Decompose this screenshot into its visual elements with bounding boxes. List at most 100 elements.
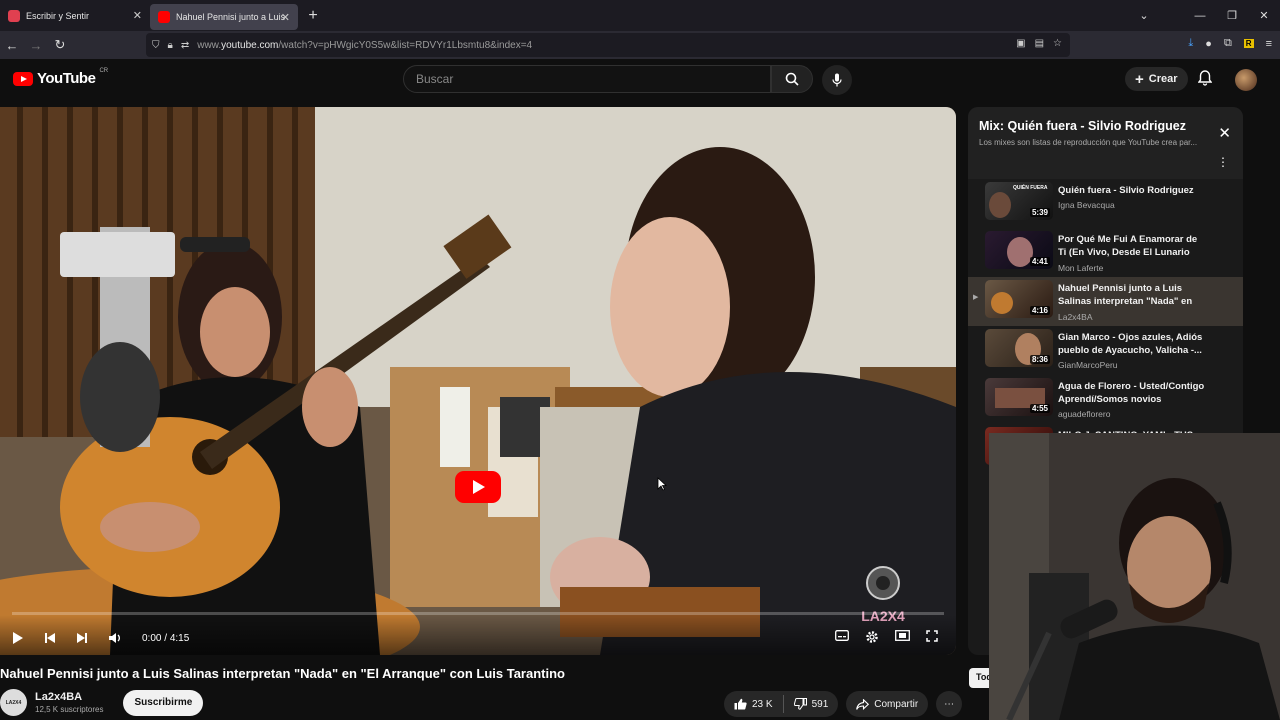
- video-thumbnail: 4:16: [985, 280, 1053, 318]
- playlist-item-title: Por Qué Me Fui A Enamorar de Ti (En Vivo…: [1058, 234, 1198, 258]
- playlist-title[interactable]: Mix: Quién fuera - Silvio Rodriguez: [979, 119, 1186, 133]
- notifications-bell-icon[interactable]: [1197, 70, 1213, 89]
- more-horizontal-icon: ⋯: [944, 698, 955, 710]
- back-arrow-icon[interactable]: ←: [0, 38, 24, 53]
- reload-icon[interactable]: ↻: [48, 37, 72, 53]
- mouse-cursor-icon: [657, 477, 667, 491]
- filter-chip-all[interactable]: Tod: [969, 668, 992, 688]
- thumbnail-guitar: [991, 292, 1013, 314]
- progress-bar[interactable]: [12, 612, 944, 615]
- playlist-item-current[interactable]: ▶ 4:16 Nahuel Pennisi junto a Luis Salin…: [968, 277, 1243, 326]
- thumbnail-text: QUIÉN FUERA: [1013, 185, 1048, 191]
- like-dislike-group: 23 K 591: [724, 691, 839, 717]
- bookmark-star-icon[interactable]: ☆: [1053, 38, 1062, 49]
- video-thumbnail: QUIÉN FUERA 5:39: [985, 182, 1053, 220]
- toolbar-right: ⤓ ● ⧉ R ≡: [1188, 37, 1272, 50]
- reader-icon[interactable]: ▤: [1035, 38, 1044, 49]
- subtitles-icon[interactable]: [835, 630, 849, 641]
- browser-tab-escribir[interactable]: Escribir y Sentir ✕: [0, 0, 150, 31]
- more-options-icon[interactable]: ⋮: [1217, 155, 1229, 169]
- video-actions: 23 K 591 Compartir ⋯: [724, 691, 963, 717]
- youtube-header: YouTube CR Buscar + Crear: [0, 59, 1280, 99]
- maximize-icon[interactable]: ❐: [1216, 9, 1248, 22]
- video-thumbnail: 8:36: [985, 329, 1053, 367]
- plus-icon: +: [1135, 70, 1144, 88]
- like-button[interactable]: 23 K: [724, 691, 783, 717]
- account-icon[interactable]: ●: [1205, 38, 1212, 50]
- create-label: Crear: [1148, 73, 1178, 85]
- new-tab-button[interactable]: +: [298, 0, 328, 31]
- close-tab-icon[interactable]: ✕: [281, 11, 290, 24]
- account-avatar[interactable]: [1235, 69, 1257, 91]
- channel-name[interactable]: La2x4BA: [35, 691, 103, 703]
- search-input[interactable]: Buscar: [403, 65, 771, 93]
- more-actions-button[interactable]: ⋯: [936, 691, 963, 717]
- tab-title: Nahuel Pennisi junto a Luis Salin: [176, 12, 288, 22]
- theater-mode-icon[interactable]: [895, 630, 910, 641]
- dislike-button[interactable]: 591: [784, 691, 839, 717]
- minimize-icon[interactable]: —: [1184, 10, 1216, 22]
- video-player[interactable]: LA2X4 0:00 / 4:15: [0, 107, 956, 655]
- extension-r-icon[interactable]: R: [1243, 39, 1254, 48]
- voice-search-button[interactable]: [822, 65, 852, 95]
- fullscreen-icon[interactable]: [926, 630, 938, 642]
- thumbs-up-icon: [734, 698, 747, 710]
- extensions-icon[interactable]: ⧉: [1224, 37, 1232, 50]
- settings-gear-icon[interactable]: [865, 630, 879, 644]
- playlist-item[interactable]: 4:55 Agua de Florero - Usted/Contigo Apr…: [968, 375, 1243, 424]
- microphone-icon: [832, 73, 842, 87]
- playlist-item[interactable]: 8:36 Gian Marco - Ojos azules, Adiós pue…: [968, 326, 1243, 375]
- picture-icon[interactable]: ▣: [1016, 38, 1025, 49]
- channel-avatar[interactable]: LA2X4: [0, 689, 27, 716]
- youtube-favicon-icon: [158, 11, 170, 23]
- playlist-item[interactable]: QUIÉN FUERA 5:39 Quién fuera - Silvio Ro…: [968, 179, 1243, 228]
- close-window-icon[interactable]: ✕: [1248, 9, 1280, 22]
- menu-hamburger-icon[interactable]: ≡: [1266, 38, 1272, 50]
- permissions-icon[interactable]: ⇄: [181, 40, 189, 51]
- playlist-item-channel: aguadeflorero: [1058, 409, 1111, 419]
- browser-tab-bar: Escribir y Sentir ✕ Nahuel Pennisi junto…: [0, 0, 1280, 31]
- playlist-items: QUIÉN FUERA 5:39 Quién fuera - Silvio Ro…: [968, 179, 1243, 473]
- share-label: Compartir: [874, 698, 919, 710]
- duration-badge: 5:39: [1029, 208, 1050, 217]
- url-text[interactable]: www.youtube.com/watch?v=pHWgicY0S5w&list…: [197, 40, 532, 51]
- tab-title: Escribir y Sentir: [26, 10, 90, 21]
- close-playlist-icon[interactable]: ✕: [1218, 124, 1231, 142]
- search-button[interactable]: [771, 65, 813, 93]
- subscribe-button[interactable]: Suscribirme: [123, 689, 204, 716]
- create-button[interactable]: + Crear: [1125, 67, 1188, 91]
- playlist-item-channel: Igna Bevacqua: [1058, 200, 1115, 210]
- address-bar[interactable]: ⛉ 🔒︎ ⇄ www.youtube.com/watch?v=pHWgicY0S…: [146, 33, 1070, 57]
- play-icon[interactable]: [12, 631, 24, 645]
- share-arrow-icon: [856, 698, 870, 710]
- next-icon[interactable]: [76, 632, 88, 644]
- close-tab-icon[interactable]: ✕: [133, 9, 142, 22]
- browser-nav-bar: ← → ↻ ⛉ 🔒︎ ⇄ www.youtube.com/watch?v=pHW…: [0, 31, 1280, 59]
- webcam-image: [989, 433, 1280, 720]
- dislike-count: 591: [811, 698, 829, 710]
- playlist-subtitle: Los mixes son listas de reproducción que…: [979, 138, 1198, 147]
- duration-badge: 4:16: [1029, 306, 1050, 315]
- duration-badge: 4:41: [1029, 257, 1050, 266]
- previous-icon[interactable]: [44, 632, 56, 644]
- browser-tab-youtube[interactable]: Nahuel Pennisi junto a Luis Salin ✕: [150, 4, 298, 30]
- playlist-item-title: Quién fuera - Silvio Rodriguez: [1058, 185, 1194, 196]
- address-bar-actions: ▣ ▤ ☆: [1016, 38, 1062, 49]
- volume-icon[interactable]: [108, 632, 122, 644]
- player-controls-right: [835, 630, 938, 644]
- download-icon[interactable]: ⤓: [1188, 37, 1193, 50]
- lock-icon[interactable]: 🔒︎: [168, 40, 173, 51]
- tab-list-chevron-icon[interactable]: ⌄: [1128, 9, 1160, 22]
- share-button[interactable]: Compartir: [846, 691, 929, 717]
- playlist-item-title: Gian Marco - Ojos azules, Adiós pueblo d…: [1058, 332, 1203, 356]
- watermark-logo-icon: [866, 566, 900, 600]
- playlist-item[interactable]: 4:41 Por Qué Me Fui A Enamorar de Ti (En…: [968, 228, 1243, 277]
- playlist-item-channel: Mon Laferte: [1058, 263, 1104, 273]
- forward-arrow-icon[interactable]: →: [24, 38, 48, 53]
- big-play-button[interactable]: [455, 471, 501, 503]
- youtube-logo[interactable]: YouTube CR: [13, 68, 108, 87]
- channel-row: LA2X4 La2x4BA 12,5 K suscriptores Suscri…: [0, 689, 204, 716]
- shield-icon[interactable]: ⛉: [152, 40, 160, 51]
- now-playing-icon: ▶: [973, 294, 979, 301]
- logo-text: YouTube: [37, 70, 96, 87]
